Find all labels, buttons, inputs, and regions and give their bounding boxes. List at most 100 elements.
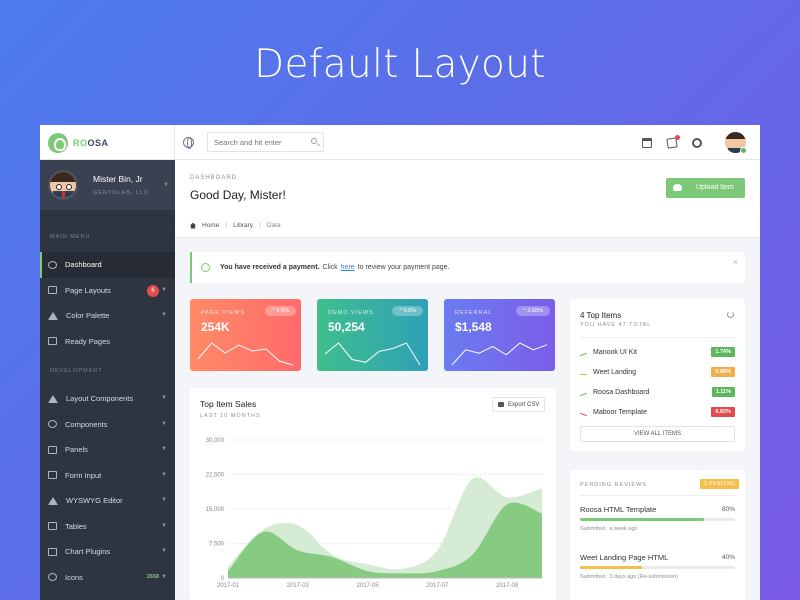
review-percent: 40% — [721, 554, 735, 561]
top-items-card: 4 Top Items YOU HAVE 47 TOTAL Manook UI … — [570, 299, 745, 451]
stat-card-page-views: PAGE VIEWS 254K ^ 2.5% — [190, 299, 301, 371]
brand-name: ROOSA — [73, 137, 109, 148]
review-progress-fill — [580, 566, 642, 569]
alert-link[interactable]: here — [341, 264, 355, 271]
alert-bold-text: You have received a payment. — [220, 264, 320, 271]
card-title: 4 Top Items — [580, 311, 622, 320]
sidebar-item-label: Panels — [65, 445, 88, 455]
card-subtitle: YOU HAVE 47 TOTAL — [580, 322, 652, 328]
y-tick-label: 30,000 — [206, 438, 225, 444]
refresh-icon[interactable] — [727, 311, 734, 318]
sidebar-item-chart-plugins[interactable]: Chart Plugins ▼ — [40, 539, 175, 565]
chevron-down-icon: ▼ — [161, 497, 167, 503]
sparkline — [197, 342, 294, 366]
stat-label: REFERRAL — [455, 310, 493, 316]
item-badge: 0.68% — [711, 367, 735, 377]
list-item[interactable]: Manook UI Kit 1.74% — [580, 346, 735, 358]
logo-icon — [48, 132, 68, 153]
support-icon[interactable] — [692, 138, 702, 148]
profile-name: Mister Bin, Jr — [93, 174, 143, 184]
divider — [580, 495, 735, 496]
profile-avatar — [48, 170, 78, 200]
home-icon[interactable] — [190, 222, 196, 229]
sparkline — [451, 342, 548, 366]
y-tick-label: 22,500 — [206, 473, 225, 479]
gauge-icon — [48, 260, 57, 269]
sidebar-item-color-palette[interactable]: Color Palette ▼ — [40, 303, 175, 329]
profile-panel[interactable]: Mister Bin, Jr GENTOLAB, LLC ▼ — [40, 160, 175, 210]
pending-badge: 3 PENDING — [700, 479, 740, 489]
breadcrumb-separator: / — [225, 222, 228, 229]
development-heading: DEVELOPMENT — [50, 368, 103, 374]
sidebar-item-dashboard[interactable]: Dashboard — [40, 252, 175, 278]
profile-company: GENTOLAB, LLC — [93, 190, 149, 196]
chevron-down-icon[interactable]: ▼ — [163, 182, 169, 188]
archive-icon[interactable] — [642, 138, 652, 148]
notification-dot — [675, 135, 680, 140]
y-tick-label: 7,500 — [209, 542, 225, 548]
sidebar: Mister Bin, Jr GENTOLAB, LLC ▼ MAIN MENU… — [40, 160, 175, 600]
trend-down-icon — [580, 408, 587, 416]
panels-icon — [48, 445, 57, 454]
chevron-down-icon: ▼ — [161, 312, 167, 318]
sidebar-item-panels[interactable]: Panels ▼ — [40, 437, 175, 463]
smile-icon — [201, 263, 210, 272]
close-icon[interactable]: × — [733, 257, 738, 267]
breadcrumb-home[interactable]: Home — [202, 222, 219, 229]
sidebar-item-wyswyg-editor[interactable]: WYSWYG Editor ▼ — [40, 488, 175, 514]
app-window: ROOSA Mister Bin, Jr GENTOLAB, LLC — [40, 125, 760, 600]
sidebar-item-components[interactable]: Components ▼ — [40, 412, 175, 438]
chevron-down-icon: ▼ — [161, 573, 167, 580]
top-bar: ROOSA — [40, 125, 760, 160]
y-tick-label: 15,000 — [206, 507, 225, 513]
chevron-down-icon: ▼ — [161, 446, 167, 452]
list-item[interactable]: Maboor Template 0.82% — [580, 406, 735, 418]
chart-icon — [48, 547, 57, 556]
payment-alert: You have received a payment. Click here … — [190, 252, 745, 283]
top-item-sales-card: Top Item Sales LAST 10 MONTHS Export CSV… — [190, 388, 556, 600]
review-name[interactable]: Weet Landing Page HTML — [580, 553, 668, 562]
stat-label: DEMO VIEWS — [328, 310, 374, 316]
globe-icon[interactable] — [183, 137, 194, 149]
sidebar-item-page-layouts[interactable]: Page Layouts 6 ▼ — [40, 278, 175, 304]
sidebar-item-form-input[interactable]: Form Input ▼ — [40, 463, 175, 489]
alert-text: to review your payment page. — [357, 264, 450, 271]
alert-text: Click — [322, 264, 338, 271]
list-item[interactable]: Weet Landing 0.68% — [580, 366, 735, 378]
review-progress-fill — [580, 518, 704, 521]
sidebar-item-label: Dashboard — [65, 260, 102, 270]
hero-title: Default Layout — [254, 42, 546, 87]
view-all-items-button[interactable]: VIEW ALL ITEMS — [580, 426, 735, 442]
item-name: Roosa Dashboard — [593, 388, 650, 396]
printer-icon — [498, 402, 504, 407]
sidebar-item-layout-components[interactable]: Layout Components ▼ — [40, 386, 175, 412]
palette-icon — [48, 311, 58, 320]
search-input[interactable] — [207, 132, 324, 152]
card-title: Top Item Sales — [200, 399, 257, 409]
review-name[interactable]: Roosa HTML Template — [580, 505, 656, 514]
review-percent: 80% — [721, 506, 735, 513]
stat-change-badge: ^ 2.5% — [265, 306, 296, 316]
trend-flat-icon — [580, 370, 587, 375]
x-tick-label: 2017-01 — [217, 583, 240, 589]
page-subtitle: DASHBOARD — [190, 175, 238, 181]
y-tick-label: 0 — [221, 576, 225, 582]
chevron-down-icon: ▼ — [161, 286, 167, 293]
item-badge: 1.11% — [711, 387, 735, 397]
chevron-down-icon: ▼ — [161, 548, 167, 554]
components-icon — [48, 394, 58, 403]
brand[interactable]: ROOSA — [40, 125, 175, 160]
sidebar-item-ready-pages[interactable]: Ready Pages — [40, 329, 175, 355]
pen-icon — [48, 496, 58, 505]
trend-up-icon — [580, 388, 587, 396]
item-badge: 1.74% — [711, 347, 735, 357]
sparkline — [324, 342, 421, 366]
sidebar-item-icons[interactable]: Icons 2658 ▼ — [40, 565, 175, 591]
list-item[interactable]: Roosa Dashboard 1.11% — [580, 386, 735, 398]
icons-icon — [48, 573, 57, 582]
sidebar-item-tables[interactable]: Tables ▼ — [40, 514, 175, 540]
breadcrumb-library[interactable]: Library — [233, 222, 253, 229]
stat-card-referral: REFERRAL $1,548 ^ 3.68% — [444, 299, 555, 371]
page-header: DASHBOARD Good Day, Mister! Upload Item … — [175, 160, 760, 238]
search-icon[interactable] — [311, 138, 317, 144]
